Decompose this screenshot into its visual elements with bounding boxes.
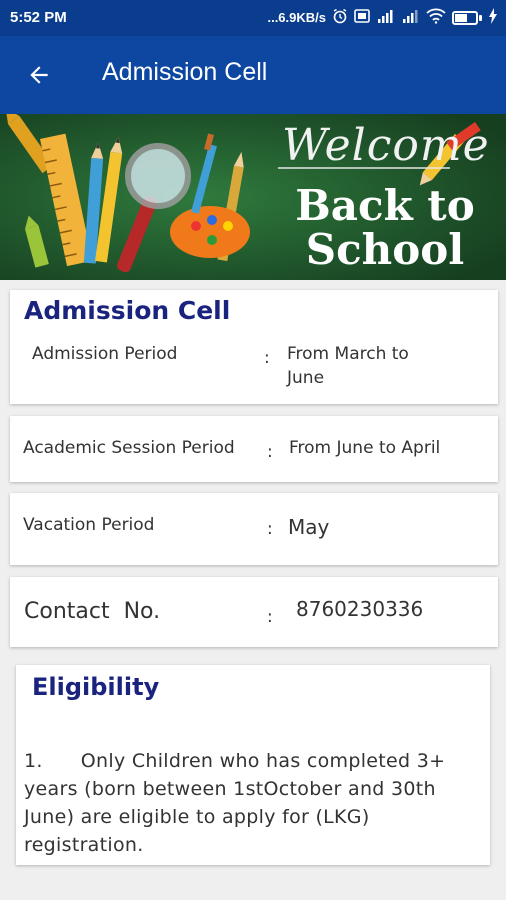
eligibility-text: 1. Only Children who has completed 3+ ye…	[24, 750, 452, 856]
alarm-icon	[332, 8, 348, 27]
contact-number[interactable]: 8760230336	[296, 597, 423, 621]
contact-label: Contact No.	[24, 599, 161, 624]
contact-colon: :	[267, 607, 273, 627]
contact-card: Contact No. : 8760230336	[10, 577, 498, 647]
admission-period-value: From March to June	[287, 344, 409, 388]
admission-card-title: Admission Cell	[24, 296, 231, 325]
admission-period-colon: :	[264, 348, 270, 368]
session-period-label: Academic Session Period	[23, 438, 235, 458]
vacation-period-label: Vacation Period	[23, 515, 155, 535]
page-title: Admission Cell	[102, 58, 268, 86]
arrow-left-icon	[30, 66, 48, 84]
banner-headline: Back to School	[295, 181, 475, 274]
network-speed: ...6.9KB/s	[267, 10, 326, 25]
status-bar: 5:52 PM ...6.9KB/s	[0, 0, 506, 36]
back-button[interactable]	[22, 58, 56, 92]
charging-icon	[488, 8, 498, 27]
admission-period-label: Admission Period	[32, 344, 178, 364]
session-card: Academic Session Period : From June to A…	[10, 416, 498, 482]
session-period-value: From June to April	[289, 438, 441, 458]
photo-icon	[354, 9, 370, 26]
wifi-icon	[426, 8, 446, 27]
app-bar: Admission Cell	[0, 36, 506, 114]
status-time: 5:52 PM	[10, 9, 67, 26]
eligibility-title: Eligibility	[32, 673, 160, 701]
session-period-colon: :	[267, 442, 273, 462]
battery-icon	[452, 10, 482, 25]
welcome-text: Welcome	[282, 120, 490, 171]
vacation-period-value: May	[288, 515, 330, 539]
signal-icon	[402, 8, 420, 27]
vacation-period-colon: :	[267, 519, 273, 539]
vacation-card: Vacation Period : May	[10, 493, 498, 565]
back-to-school-banner: Welcome Back to School	[0, 114, 506, 280]
signal-4g-icon	[376, 8, 396, 27]
eligibility-card: Eligibility 1. Only Children who has com…	[16, 665, 490, 865]
admission-card: Admission Cell Admission Period : From M…	[10, 290, 498, 404]
status-icons: ...6.9KB/s	[267, 8, 498, 27]
